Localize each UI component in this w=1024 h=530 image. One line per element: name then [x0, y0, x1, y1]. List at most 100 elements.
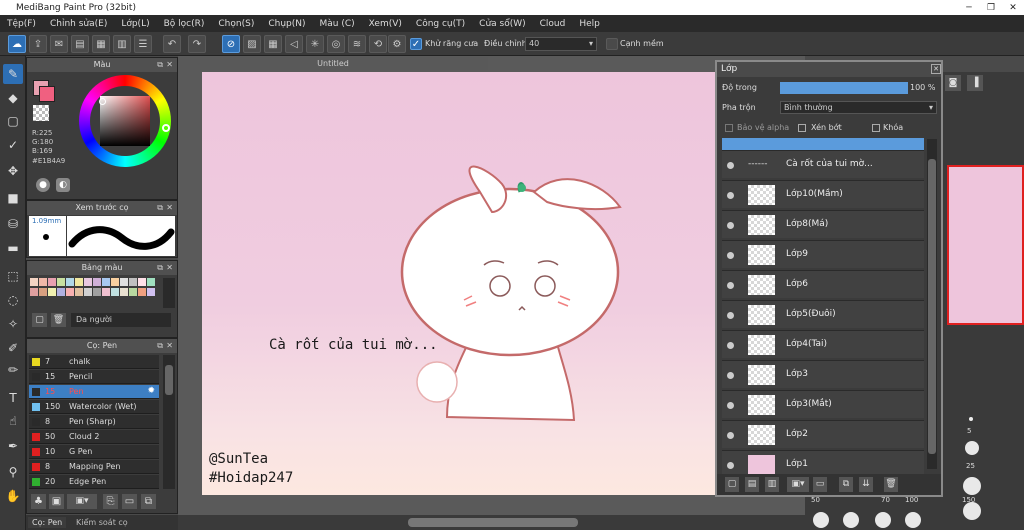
text-tool-icon[interactable]: T	[3, 388, 23, 408]
brush-item[interactable]: 15 Pencil	[29, 370, 159, 384]
brush-size-dot[interactable]	[813, 512, 829, 528]
scroll-thumb[interactable]	[408, 518, 578, 527]
brush-tree-icon[interactable]: ♣	[31, 494, 46, 509]
folder-icon[interactable]: ▭	[122, 494, 137, 509]
visibility-icon[interactable]	[727, 432, 734, 439]
visibility-icon[interactable]	[727, 462, 734, 469]
hue-ring[interactable]	[79, 75, 171, 167]
document-icon[interactable]: ▦	[92, 35, 110, 53]
antialias-checkbox[interactable]: ✓	[410, 38, 422, 50]
palette-swatch[interactable]	[147, 278, 155, 286]
new-halftone-layer-icon[interactable]: ▤	[745, 477, 759, 492]
menu-window[interactable]: Cửa sổ(W)	[472, 19, 532, 29]
layer-scroll-thumb[interactable]	[928, 159, 936, 454]
page-icon[interactable]: ▤	[71, 35, 89, 53]
brush-size-dot[interactable]	[875, 512, 891, 528]
folder-icon[interactable]: ▭	[813, 477, 827, 492]
brush-item[interactable]: 20 Edge Pen	[29, 475, 159, 489]
redo-icon[interactable]: ↷	[188, 35, 206, 53]
import-brush-icon[interactable]: ⎘	[103, 494, 118, 509]
layer-row[interactable]: Lớp8(Má)	[722, 210, 924, 238]
visibility-icon[interactable]	[727, 192, 734, 199]
visibility-icon[interactable]	[727, 162, 734, 169]
rotate-icon[interactable]: ⟲	[369, 35, 387, 53]
close-icon[interactable]: ✕	[166, 201, 173, 215]
eraser-tool-icon[interactable]: ◆	[3, 88, 23, 108]
cloud-icon[interactable]: ☁	[8, 35, 26, 53]
menu-view[interactable]: Xem(V)	[362, 19, 409, 29]
layer-row[interactable]: Lớp5(Đuôi)	[722, 300, 924, 328]
brush-scrollbar[interactable]	[163, 355, 175, 489]
grid-doc-icon[interactable]: ▥	[113, 35, 131, 53]
adjust-select[interactable]: 40 ▾	[525, 37, 597, 51]
palette-swatch[interactable]	[30, 278, 38, 286]
palette-swatch[interactable]	[57, 288, 65, 296]
brush-tool-icon[interactable]: ✎	[3, 64, 23, 84]
hue-handle[interactable]	[162, 124, 170, 132]
palette-swatch[interactable]	[102, 288, 110, 296]
close-icon[interactable]: ✕	[166, 339, 173, 353]
brush-item[interactable]: 8 Pen (Sharp)	[29, 415, 159, 429]
visibility-icon[interactable]	[727, 222, 734, 229]
brush-size-dot[interactable]	[843, 512, 859, 528]
close-icon[interactable]: ✕	[166, 261, 173, 275]
duplicate-layer-icon[interactable]: ⧉	[839, 477, 853, 492]
palette-swatch[interactable]	[111, 288, 119, 296]
palette-swatch[interactable]	[120, 288, 128, 296]
add-palette-icon[interactable]: ▢	[32, 313, 47, 327]
palette-swatch[interactable]	[30, 288, 38, 296]
palette-swatch[interactable]	[84, 278, 92, 286]
menu-file[interactable]: Tệp(F)	[0, 19, 43, 29]
horizontal-scrollbar[interactable]	[178, 515, 805, 530]
delete-layer-icon[interactable]: 🗑	[884, 477, 898, 492]
menu-capture[interactable]: Chụp(N)	[261, 19, 312, 29]
brush-settings-icon[interactable]: ✹	[147, 386, 155, 396]
flip-icon[interactable]: ▐	[967, 75, 983, 91]
camera-icon[interactable]: ◙	[945, 75, 961, 91]
brush-item[interactable]: 50 Cloud 2	[29, 430, 159, 444]
palette-swatch[interactable]	[75, 278, 83, 286]
transparent-color-swatch[interactable]	[33, 105, 49, 121]
palette-swatches[interactable]	[30, 278, 160, 308]
drawing-canvas[interactable]: Cà rốt của tui mờ... @SunTea #Hoidap247	[202, 72, 732, 495]
color-mode-icon[interactable]: ◐	[56, 178, 70, 192]
palette-swatch[interactable]	[93, 278, 101, 286]
list-icon[interactable]: ☰	[134, 35, 152, 53]
background-color-swatch[interactable]	[39, 86, 55, 102]
settings-icon[interactable]: ⚙	[388, 35, 406, 53]
brush-scroll-thumb[interactable]	[165, 365, 173, 395]
popout-icon[interactable]: ⧉	[157, 261, 163, 275]
brush-size-dot[interactable]	[963, 502, 981, 520]
palette-swatch[interactable]	[39, 288, 47, 296]
visibility-icon[interactable]	[727, 282, 734, 289]
bucket-tool-icon[interactable]: ⛁	[3, 214, 23, 234]
palette-icon[interactable]: ●	[36, 178, 50, 192]
select-pen-icon[interactable]: ✓	[3, 135, 23, 155]
no-snap-icon[interactable]: ⊘	[222, 35, 240, 53]
palette-swatch[interactable]	[66, 278, 74, 286]
add-layer-menu-icon[interactable]: ▣▾	[787, 477, 809, 492]
palette-swatch[interactable]	[129, 288, 137, 296]
close-icon[interactable]: ✕	[166, 58, 173, 72]
palette-swatch[interactable]	[129, 278, 137, 286]
tab-brush[interactable]: Cọ: Pen	[28, 517, 67, 528]
delete-palette-icon[interactable]: 🗑	[51, 313, 66, 327]
document-tab[interactable]: Untitled	[178, 57, 488, 70]
select-rect-icon[interactable]: ⬚	[3, 266, 23, 286]
fill-rect-icon[interactable]: ■	[3, 188, 23, 208]
popout-icon[interactable]: ⧉	[157, 201, 163, 215]
add-brush-icon[interactable]: ▣	[49, 494, 64, 509]
brush-item[interactable]: 8 Mapping Pen	[29, 460, 159, 474]
comment-icon[interactable]: ✉	[50, 35, 68, 53]
layer-row[interactable]: Lớp3(Mắt)	[722, 390, 924, 418]
curve-snap-icon[interactable]: ≋	[348, 35, 366, 53]
brush-size-dot[interactable]	[963, 477, 981, 495]
menu-color[interactable]: Màu (C)	[313, 19, 362, 29]
palette-swatch[interactable]	[39, 278, 47, 286]
color-picker-handle[interactable]	[99, 98, 106, 105]
palette-swatch[interactable]	[102, 278, 110, 286]
brush-item[interactable]: 7 chalk	[29, 355, 159, 369]
menu-filter[interactable]: Bộ lọc(R)	[157, 19, 212, 29]
undo-icon[interactable]: ↶	[163, 35, 181, 53]
layer-row[interactable]: Lớp2	[722, 420, 924, 448]
